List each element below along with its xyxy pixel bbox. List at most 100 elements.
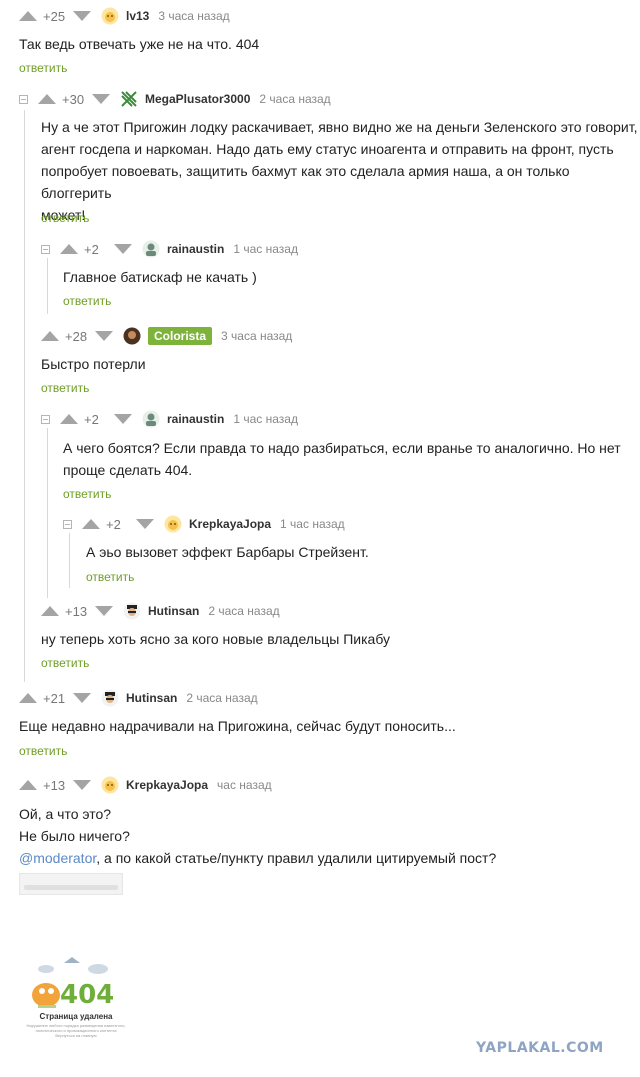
comment-rating: +2 bbox=[84, 411, 99, 427]
reply-link[interactable]: ответить bbox=[63, 487, 111, 501]
upvote-icon[interactable] bbox=[38, 94, 56, 104]
comment-rating: +21 bbox=[43, 690, 66, 706]
browser-address-bar bbox=[24, 885, 118, 890]
comment-rating: +13 bbox=[65, 603, 88, 619]
comment-author[interactable]: rainaustin bbox=[167, 242, 224, 256]
comment-text-line: ну теперь хоть ясно за кого новые владел… bbox=[41, 631, 391, 647]
comment-text-line: проще сделать 404. bbox=[63, 462, 193, 478]
comment-rating: +25 bbox=[43, 8, 66, 24]
downvote-icon[interactable] bbox=[114, 244, 132, 254]
avatar[interactable] bbox=[101, 689, 119, 707]
comment-time: 1 час назад bbox=[233, 412, 298, 426]
comment-text-line: Ой, а что это? bbox=[19, 806, 112, 822]
comment-body: А эьо вызовет эффект Барбары Стрейзент. bbox=[86, 541, 369, 563]
avatar[interactable] bbox=[123, 602, 141, 620]
comment-text: , а по какой статье/пункту правил удалил… bbox=[96, 850, 497, 866]
comment-body: Главное батискаф не качать ) bbox=[63, 266, 257, 288]
comment-text-line: попробует повоевать, защитить бахмут как… bbox=[41, 163, 570, 201]
upvote-icon[interactable] bbox=[41, 331, 59, 341]
comment-author[interactable]: MegaPlusator3000 bbox=[145, 92, 250, 106]
avatar[interactable] bbox=[101, 7, 119, 25]
comment-time: 2 часа назад bbox=[259, 92, 331, 106]
comment-header: +2 KrepkayaJopa 1 час назад bbox=[63, 514, 345, 534]
comment-body: ну теперь хоть ясно за кого новые владел… bbox=[41, 628, 390, 650]
comment-text-line: Так ведь отвечать уже не на что. 404 bbox=[19, 36, 260, 52]
avatar[interactable] bbox=[142, 240, 160, 258]
comment-time: 1 час назад bbox=[280, 517, 345, 531]
comment-text-line: Еще недавно надрачивали на Пригожина, се… bbox=[19, 718, 456, 734]
comment-author[interactable]: KrepkayaJopa bbox=[189, 517, 271, 531]
downvote-icon[interactable] bbox=[73, 780, 91, 790]
reply-link[interactable]: ответить bbox=[41, 381, 89, 395]
collapse-toggle[interactable] bbox=[63, 519, 72, 529]
avatar[interactable] bbox=[142, 410, 160, 428]
upvote-icon[interactable] bbox=[19, 693, 37, 703]
comment-header: +2 rainaustin 1 час назад bbox=[41, 239, 298, 259]
upvote-icon[interactable] bbox=[19, 780, 37, 790]
error-description: Нарушение любого порядка размещения изве… bbox=[22, 1023, 130, 1038]
reply-link[interactable]: ответить bbox=[19, 61, 67, 75]
comment-rating: +30 bbox=[62, 91, 85, 107]
error-404-illustration: 404 bbox=[32, 957, 114, 1010]
upvote-icon[interactable] bbox=[41, 606, 59, 616]
comment-header: +2 rainaustin 1 час назад bbox=[41, 409, 298, 429]
error-code: 404 bbox=[60, 980, 114, 1010]
avatar[interactable] bbox=[123, 327, 141, 345]
comment-header: +13 KrepkayaJopa час назад bbox=[19, 775, 272, 795]
comment-text-line: Не было ничего? bbox=[19, 828, 130, 844]
error-text-line: Вернуться на главную bbox=[55, 1033, 97, 1038]
downvote-icon[interactable] bbox=[95, 606, 113, 616]
reply-link[interactable]: ответить bbox=[86, 570, 134, 584]
downvote-icon[interactable] bbox=[114, 414, 132, 424]
thread-line bbox=[47, 258, 48, 314]
comment-time: 2 часа назад bbox=[208, 604, 280, 618]
downvote-icon[interactable] bbox=[73, 11, 91, 21]
comment-time: 3 часа назад bbox=[158, 9, 230, 23]
upvote-icon[interactable] bbox=[60, 244, 78, 254]
upvote-icon[interactable] bbox=[19, 11, 37, 21]
avatar[interactable] bbox=[120, 90, 138, 108]
downvote-icon[interactable] bbox=[92, 94, 110, 104]
reply-link[interactable]: ответить bbox=[19, 744, 67, 758]
comment-text-line: А чего боятся? Если правда то надо разби… bbox=[63, 440, 621, 456]
avatar[interactable] bbox=[164, 515, 182, 533]
comment-header: +28 Colorista 3 часа назад bbox=[41, 326, 292, 346]
comment-author[interactable]: Hutinsan bbox=[126, 691, 177, 705]
comment-time: 3 часа назад bbox=[221, 329, 293, 343]
comment-time: 1 час назад bbox=[233, 242, 298, 256]
site-watermark: YAPLAKAL.COM bbox=[476, 1040, 604, 1056]
attached-screenshot-thumbnail[interactable] bbox=[19, 873, 123, 895]
upvote-icon[interactable] bbox=[82, 519, 100, 529]
comment-rating: +28 bbox=[65, 328, 88, 344]
comment-text-line: агент госдепа и наркоман. Надо дать ему … bbox=[41, 141, 614, 157]
upvote-icon[interactable] bbox=[60, 414, 78, 424]
comment-author[interactable]: lv13 bbox=[126, 9, 149, 23]
comment-author[interactable]: Colorista bbox=[148, 327, 213, 345]
downvote-icon[interactable] bbox=[136, 519, 154, 529]
avatar[interactable] bbox=[101, 776, 119, 794]
comment-text-line: может! bbox=[41, 207, 86, 223]
comment-time: 2 часа назад bbox=[186, 691, 258, 705]
comment-body: Ну а че этот Пригожин лодку раскачивает,… bbox=[41, 116, 640, 226]
comment-text-line: Быстро потерли bbox=[41, 356, 146, 372]
reply-link[interactable]: ответить bbox=[41, 656, 89, 670]
collapse-toggle[interactable] bbox=[41, 244, 50, 254]
comment-header: +30 MegaPlusator3000 2 часа назад bbox=[19, 89, 331, 109]
downvote-icon[interactable] bbox=[95, 331, 113, 341]
comment-body: Ой, а что это? Не было ничего? @moderato… bbox=[19, 803, 496, 869]
comment-author[interactable]: Hutinsan bbox=[148, 604, 199, 618]
comment-author[interactable]: rainaustin bbox=[167, 412, 224, 426]
comment-body: Еще недавно надрачивали на Пригожина, се… bbox=[19, 715, 456, 737]
collapse-toggle[interactable] bbox=[41, 414, 50, 424]
reply-link[interactable]: ответить bbox=[63, 294, 111, 308]
comment-text-line: Ну а че этот Пригожин лодку раскачивает,… bbox=[41, 119, 638, 135]
downvote-icon[interactable] bbox=[73, 693, 91, 703]
mention-link[interactable]: @moderator bbox=[19, 850, 96, 866]
comment-author[interactable]: KrepkayaJopa bbox=[126, 778, 208, 792]
comment-rating: +2 bbox=[106, 516, 121, 532]
thread-line bbox=[69, 533, 70, 588]
collapse-toggle[interactable] bbox=[19, 94, 28, 104]
comment-header: +25 lv13 3 часа назад bbox=[19, 6, 230, 26]
error-title: Страница удалена bbox=[39, 1012, 113, 1021]
reply-link[interactable]: ответить bbox=[41, 211, 89, 225]
